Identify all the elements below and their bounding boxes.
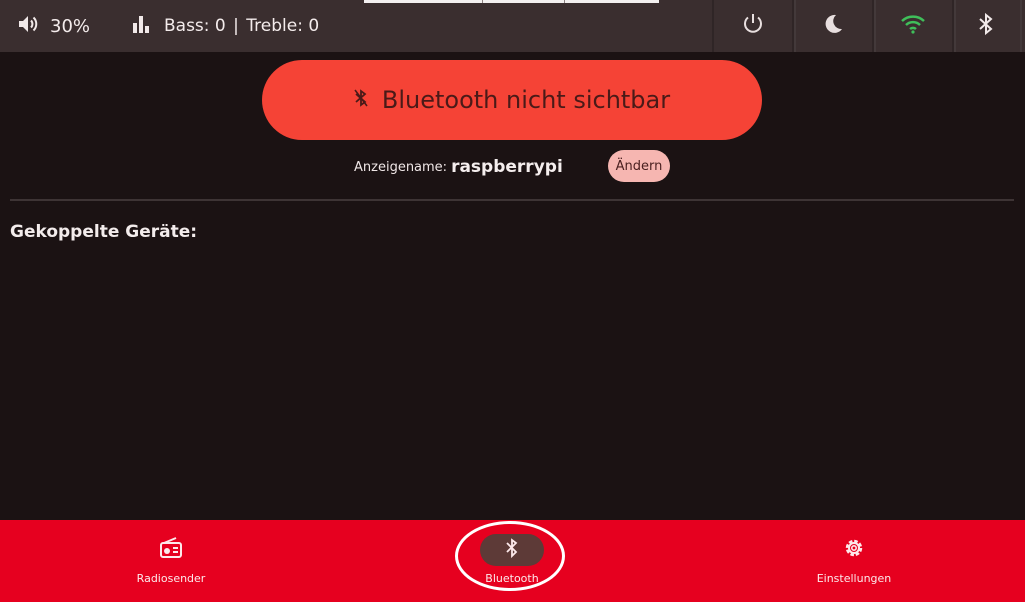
bluetooth-page: Bluetooth nicht sichtbar Anzeigename: ra… — [0, 52, 1025, 520]
night-mode-button[interactable] — [792, 0, 876, 52]
nav-label-radiosender: Radiosender — [136, 572, 206, 585]
speaker-icon — [18, 14, 40, 39]
bluetooth-disabled-icon — [354, 86, 368, 114]
nav-item-einstellungen[interactable]: Einstellungen — [804, 520, 904, 602]
power-icon — [741, 12, 765, 40]
wifi-icon — [900, 14, 926, 38]
bottom-navigation: Radiosender Bluetooth Einstellungen — [0, 520, 1025, 602]
bass-value: Bass: 0 — [164, 16, 226, 36]
display-name-label: Anzeigename: — [354, 159, 448, 175]
gear-icon — [842, 536, 866, 564]
bluetooth-icon — [978, 12, 994, 40]
moon-icon — [822, 13, 844, 39]
separator: | — [233, 16, 239, 36]
divider — [10, 199, 1014, 201]
nav-label-einstellungen: Einstellungen — [816, 572, 892, 585]
bluetooth-icon — [505, 537, 519, 563]
volume-value: 30% — [50, 15, 91, 37]
volume-indicator[interactable]: 30% — [18, 0, 90, 52]
equalizer-indicator[interactable]: Bass: 0 | Treble: 0 — [132, 0, 319, 52]
bluetooth-visibility-toggle[interactable]: Bluetooth nicht sichtbar — [262, 60, 762, 140]
bluetooth-status-label: Bluetooth nicht sichtbar — [381, 86, 671, 114]
status-bar: 30% Bass: 0 | Treble: 0 — [0, 0, 1025, 52]
top-window-strip — [364, 0, 659, 3]
display-name-row: Anzeigename: raspberrypi Ändern — [354, 150, 684, 182]
nav-label-bluetooth: Bluetooth — [485, 572, 539, 585]
change-name-button[interactable]: Ändern — [608, 150, 670, 182]
equalizer-icon — [132, 14, 152, 39]
bluetooth-button[interactable] — [952, 0, 1022, 52]
display-name-value: raspberrypi — [451, 157, 563, 177]
wifi-button[interactable] — [872, 0, 956, 52]
treble-value: Treble: 0 — [246, 16, 320, 36]
nav-item-bluetooth[interactable]: Bluetooth — [462, 520, 562, 602]
power-button[interactable] — [712, 0, 796, 52]
nav-item-radiosender[interactable]: Radiosender — [121, 520, 221, 602]
paired-devices-title: Gekoppelte Geräte: — [10, 222, 198, 242]
radio-icon — [159, 537, 183, 563]
active-indicator — [480, 534, 544, 566]
